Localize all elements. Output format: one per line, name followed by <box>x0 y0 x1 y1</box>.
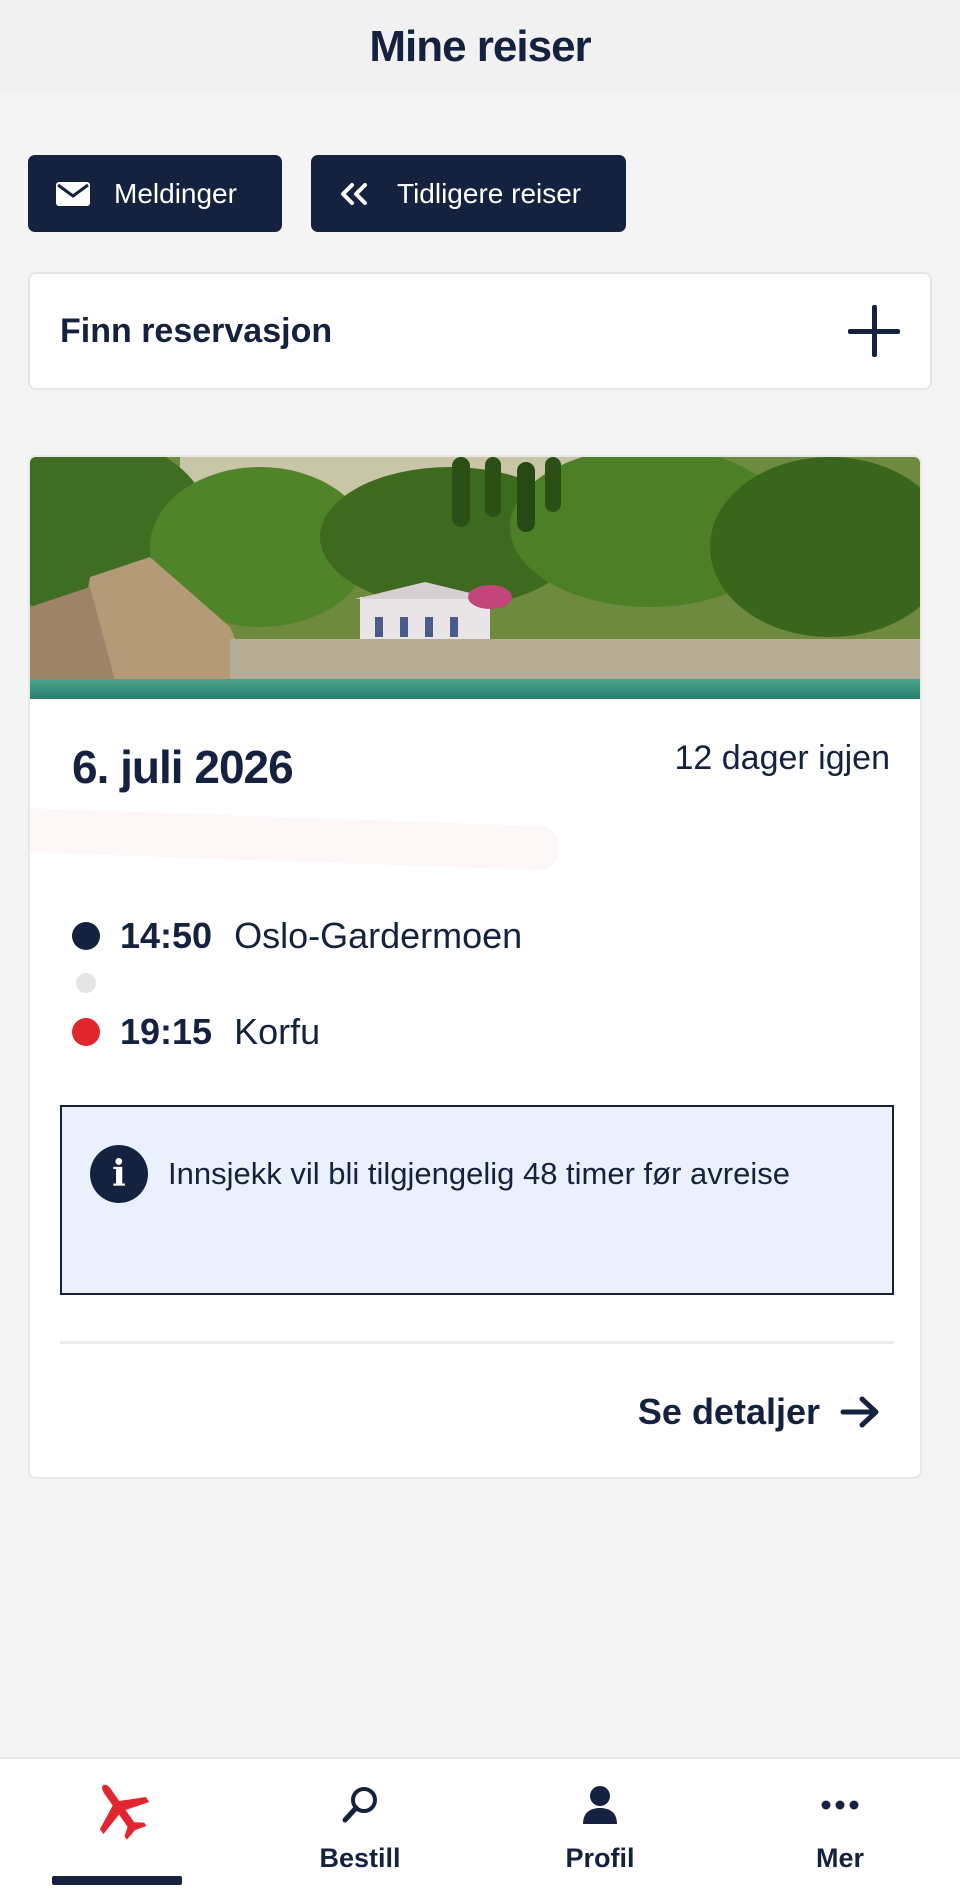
trip-date: 6. juli 2026 <box>72 741 294 793</box>
arrival-dot-icon <box>72 1018 100 1046</box>
previous-trips-button[interactable]: Tidligere reiser <box>311 155 626 232</box>
bottom-navigation: Bestill Profil Mer <box>0 1757 960 1893</box>
action-buttons: Meldinger Tidligere reiser <box>0 94 960 232</box>
departure-place: Oslo-Gardermoen <box>234 915 523 956</box>
airplane-icon <box>88 1784 152 1840</box>
days-left: 12 dager igjen <box>674 739 890 777</box>
redaction-smudge <box>30 807 561 871</box>
trip-card[interactable]: 6. juli 2026 12 dager igjen 14:50 Oslo-G… <box>28 455 922 1479</box>
route-connector-dot-icon <box>76 973 96 993</box>
nav-label-more: Mer <box>815 1843 864 1873</box>
find-reservation-label: Finn reservasjon <box>60 311 333 350</box>
arrival-time: 19:15 <box>120 1011 213 1052</box>
nav-label-profile: Profil <box>565 1843 635 1873</box>
messages-button[interactable]: Meldinger <box>28 155 282 232</box>
nav-item-trips[interactable] <box>0 1759 240 1893</box>
arrival-place: Korfu <box>234 1011 321 1052</box>
nav-item-more[interactable]: Mer <box>720 1759 960 1893</box>
my-trips-screen: Mine reiser Meldinger Tidligere reiser F… <box>0 0 960 1893</box>
nav-item-profile[interactable]: Profil <box>480 1759 720 1893</box>
see-details-link[interactable]: Se detaljer <box>638 1391 884 1433</box>
messages-button-label: Meldinger <box>114 177 237 209</box>
envelope-icon <box>56 181 92 207</box>
top-bar: Mine reiser <box>0 0 960 94</box>
checkin-info-box: i Innsjekk vil bli tilgjengelig 48 timer… <box>60 1105 894 1295</box>
previous-trips-label: Tidligere reiser <box>397 177 582 209</box>
departure-dot-icon <box>72 922 100 950</box>
trip-destination-image <box>30 457 920 699</box>
divider <box>60 1341 894 1344</box>
double-chevron-left-icon <box>339 181 375 207</box>
checkin-info-text: Innsjekk vil bli tilgjengelig 48 timer f… <box>168 1156 790 1191</box>
more-dots-icon <box>820 1781 860 1829</box>
page-title: Mine reiser <box>369 22 591 71</box>
plus-icon[interactable] <box>848 305 900 357</box>
see-details-label: Se detaljer <box>637 1391 820 1432</box>
person-icon <box>580 1781 620 1829</box>
nav-item-book[interactable]: Bestill <box>240 1759 480 1893</box>
find-reservation-card[interactable]: Finn reservasjon <box>28 272 932 390</box>
arrival-row: 19:15 Korfu <box>72 1011 320 1053</box>
search-icon <box>340 1781 380 1829</box>
arrow-right-icon <box>840 1394 884 1430</box>
departure-row: 14:50 Oslo-Gardermoen <box>72 915 522 957</box>
departure-time: 14:50 <box>120 915 213 956</box>
info-icon: i <box>90 1145 148 1203</box>
active-tab-indicator <box>52 1876 182 1885</box>
nav-label-book: Bestill <box>319 1843 401 1873</box>
